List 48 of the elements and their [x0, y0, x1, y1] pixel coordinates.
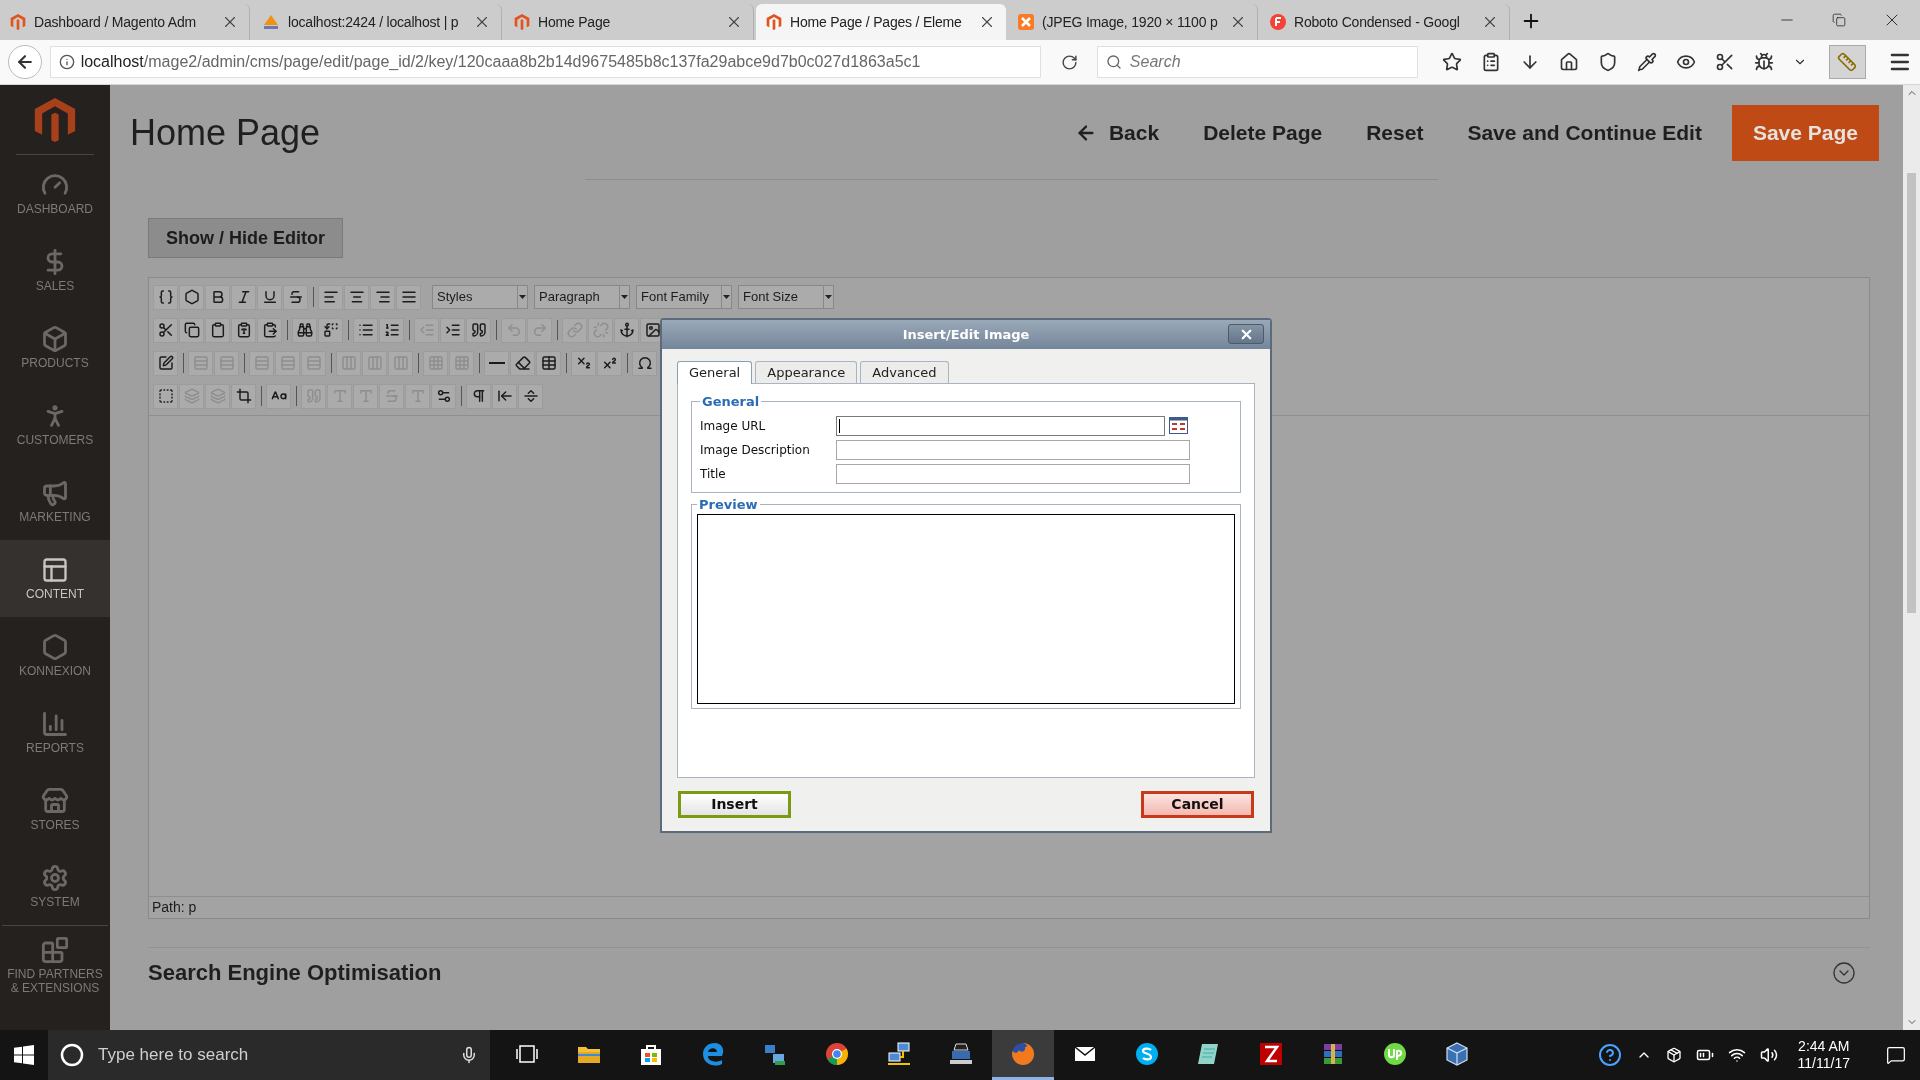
cancel-button[interactable]: Cancel — [1141, 791, 1254, 818]
tab-title: Home Page — [538, 12, 612, 32]
page-title: Home Page — [130, 110, 321, 155]
search-field[interactable]: Search — [1096, 46, 1418, 78]
show-hide-editor-button[interactable]: Show / Hide Editor — [148, 218, 343, 258]
format-dropdown[interactable]: Font Size — [738, 285, 834, 309]
format-dropdown[interactable]: Paragraph — [534, 285, 630, 309]
fieldset-legend: Preview — [697, 494, 760, 514]
header-button[interactable]: Delete Page — [1189, 104, 1337, 161]
sidebar-item[interactable]: KONNEXION — [0, 617, 110, 694]
search-placeholder: Search — [1129, 52, 1181, 72]
header-button[interactable]: Reset — [1352, 104, 1438, 161]
header-button[interactable]: Save and Continue Edit — [1453, 104, 1716, 161]
dialog-title: Insert/Edit Image — [902, 325, 1030, 344]
field-label: Image URL — [700, 417, 767, 435]
dialog-tab[interactable]: General — [677, 361, 753, 384]
sidebar-item[interactable]: CONTENT — [0, 540, 110, 617]
field-label: Title — [700, 465, 727, 483]
insert-button[interactable]: Insert — [678, 791, 791, 818]
tab-title: Dashboard / Magento Adm — [34, 12, 197, 32]
sidebar-item[interactable]: STORES — [0, 771, 110, 848]
path-text: Path: p — [152, 898, 197, 917]
tab-title: (JPEG Image, 1920 × 1100 p — [1042, 12, 1219, 32]
tab-title: localhost:2424 / localhost | p — [288, 12, 460, 32]
browser-tab[interactable]: Home Page / Pages / Eleme — [756, 4, 1006, 40]
sidebar-item[interactable]: PRODUCTS — [0, 309, 110, 386]
back-button[interactable]: Back — [1060, 104, 1174, 161]
sidebar-item[interactable]: SALES — [0, 232, 110, 309]
sidebar-item[interactable]: MARKETING — [0, 463, 110, 540]
format-dropdown[interactable]: Styles — [432, 285, 528, 309]
sidebar-item[interactable]: CUSTOMERS — [0, 386, 110, 463]
sidebar-item[interactable]: FIND PARTNERS & EXTENSIONS — [2, 925, 108, 1005]
sidebar-item[interactable]: DASHBOARD — [0, 155, 110, 232]
sidebar-item[interactable]: REPORTS — [0, 694, 110, 771]
collapsible-section-header[interactable]: Search Engine Optimisation — [148, 947, 1870, 997]
url-text: localhost/mage2/admin/cms/page/edit/page_id/2/key/120caaa8b2b14d9675485b8c137fa29abce9d7b0c027d1863a5c1 — [80, 52, 921, 72]
tab-title: Roboto Condensed - Googl — [1294, 12, 1461, 32]
clock[interactable]: 2:44 AM 11/11/17 — [1791, 1038, 1856, 1072]
dialog-tab[interactable]: Advanced — [860, 361, 949, 383]
tab-title: Home Page / Pages / Eleme — [790, 12, 963, 32]
sidebar-item[interactable]: SYSTEM — [0, 848, 110, 925]
field-label: Image Description — [700, 441, 811, 459]
save-page-button[interactable]: Save Page — [1731, 104, 1879, 161]
url-field[interactable]: localhost/mage2/admin/cms/page/edit/page_id/2/key/120caaa8b2b14d9675485b8c137fa29abce9d7b0c027d1863a5c1 — [49, 46, 1042, 78]
dialog-tab[interactable]: Appearance — [755, 361, 858, 383]
fieldset-legend: General — [700, 392, 762, 412]
taskbar-search-field[interactable]: Type here to search — [48, 1030, 490, 1080]
format-dropdown[interactable]: Font Family — [636, 285, 732, 309]
